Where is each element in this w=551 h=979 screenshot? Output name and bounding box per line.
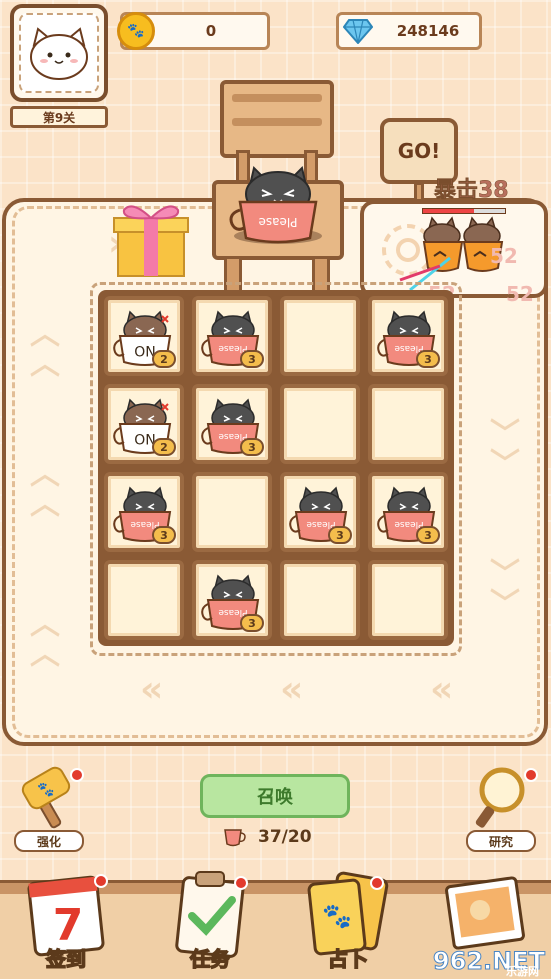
grid-cell[interactable]: Please 3 (280, 472, 360, 552)
coin-counter: 🐾 0 (117, 12, 270, 50)
merge-grid: NO 2 Please 3 Please 3 NO 2 Please 3 Ple… (98, 290, 454, 646)
damage-number: 52 (490, 244, 518, 268)
research-label: 研究 (466, 830, 536, 852)
research-button[interactable]: 研究 (462, 766, 542, 856)
nav-checkin[interactable]: 7 签到 (18, 868, 114, 976)
cat-level-badge: 2 (152, 438, 176, 456)
photo-album-icon (445, 876, 525, 950)
down-arrow-icon: ﹀ ﹀ (490, 557, 520, 622)
grid-cell[interactable]: NO 2 (104, 384, 184, 464)
grid-cell[interactable]: Please 3 (192, 296, 272, 376)
nav-fortune-label: 占卜 (327, 946, 369, 972)
go-sign-post (414, 182, 424, 202)
up-arrow-icon: ︿ ︿ (30, 317, 60, 382)
critical-hit-text: 暴击38 (434, 178, 509, 204)
cup-icon (224, 829, 246, 847)
notification-dot (370, 876, 384, 890)
grid-cell[interactable] (280, 296, 360, 376)
cup-counter: 37/20 (222, 824, 312, 850)
grid-cell[interactable] (192, 472, 272, 552)
paw-coin-icon: 🐾 (117, 12, 155, 50)
up-arrow-icon: ︿ ︿ (30, 607, 60, 672)
up-arrow-icon: ︿ ︿ (30, 457, 60, 522)
nav-tasks[interactable]: 任务 (162, 868, 258, 976)
grid-cell[interactable]: Please 3 (104, 472, 184, 552)
cat-level-badge: 3 (240, 438, 264, 456)
summon-button[interactable]: 召唤 (200, 774, 350, 818)
cup-count-value: 37/20 (258, 827, 312, 847)
nav-checkin-label: 签到 (45, 946, 87, 972)
stool-backrest (220, 80, 334, 158)
notification-dot (234, 876, 248, 890)
coin-value: 0 (205, 22, 217, 40)
grid-cell[interactable]: Please 3 (368, 296, 448, 376)
grid-cell[interactable]: Please 3 (192, 384, 272, 464)
svg-text:Please: Please (259, 215, 298, 229)
left-arrow-icon: « (430, 669, 454, 710)
nav-fortune[interactable]: 🐾 占卜 (300, 868, 396, 976)
gift-box-icon[interactable] (108, 196, 194, 282)
left-arrow-icon: « (140, 669, 164, 710)
grid-cell[interactable] (368, 384, 448, 464)
grid-cell[interactable] (104, 560, 184, 640)
gem-value: 248146 (396, 22, 460, 40)
player-avatar[interactable] (10, 4, 108, 102)
grid-cell[interactable]: NO 2 (104, 296, 184, 376)
notification-dot (524, 768, 538, 782)
diamond-icon (343, 19, 373, 44)
level-indicator: 第9关 (10, 106, 108, 128)
cat-level-badge: 3 (240, 350, 264, 368)
watermark-sub: 乐游网 (506, 965, 539, 978)
cat-level-badge: 3 (152, 526, 176, 544)
notification-dot (94, 874, 108, 888)
left-arrow-icon: « (280, 669, 304, 710)
cat-level-badge: 3 (416, 350, 440, 368)
avatar-image (19, 13, 99, 93)
cat-face-icon (30, 27, 88, 80)
upgrade-button[interactable]: 🐾 强化 (12, 766, 88, 856)
gem-counter: 248146 (336, 12, 482, 50)
notification-dot (70, 768, 84, 782)
svg-text:🐾: 🐾 (322, 902, 352, 930)
grid-cell[interactable] (280, 560, 360, 640)
upgrade-label: 强化 (14, 830, 84, 852)
grid-cell[interactable] (368, 560, 448, 640)
grid-cell[interactable]: Please 3 (368, 472, 448, 552)
damage-number: 52 (506, 282, 534, 306)
down-arrow-icon: ﹀ ﹀ (490, 417, 520, 482)
cat-level-badge: 3 (328, 526, 352, 544)
cat-level-badge: 2 (152, 350, 176, 368)
svg-text:🐾: 🐾 (37, 782, 54, 798)
grid-cell[interactable] (280, 384, 360, 464)
cat-level-badge: 3 (416, 526, 440, 544)
cat-level-badge: 3 (240, 614, 264, 632)
grid-cell[interactable]: Please 3 (192, 560, 272, 640)
nav-tasks-label: 任务 (189, 946, 231, 972)
featured-cat-cup[interactable]: Please (226, 150, 330, 246)
